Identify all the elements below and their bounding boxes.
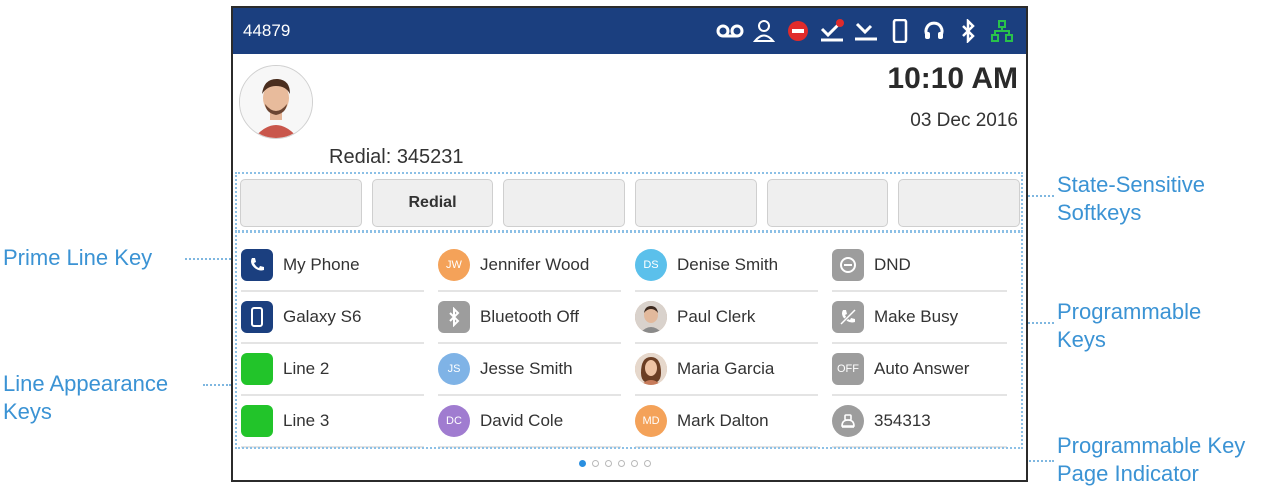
page-dot-6[interactable]	[644, 460, 651, 467]
user-avatar	[239, 65, 313, 139]
mobile-icon[interactable]	[886, 16, 914, 46]
page-dot-2[interactable]	[592, 460, 599, 467]
callout-programmable-line2: Keys	[1057, 327, 1106, 352]
callout-line-appearance-line1: Line Appearance	[3, 371, 169, 396]
callout-programmable-line1: Programmable	[1057, 299, 1202, 324]
softkeys-highlight-box	[235, 172, 1023, 232]
programmable-keys-highlight-box	[235, 231, 1023, 449]
status-icons	[716, 16, 1016, 46]
callout-softkeys-line1: State-Sensitive	[1057, 172, 1205, 197]
leader-line-appearance	[203, 384, 231, 386]
callout-programmable-keys: Programmable Keys	[1057, 298, 1201, 354]
callout-page-indicator-line2: Page Indicator	[1057, 461, 1199, 486]
callout-softkeys-line2: Softkeys	[1057, 200, 1142, 225]
call-forward-icon[interactable]	[852, 16, 880, 46]
callout-softkeys: State-Sensitive Softkeys	[1057, 171, 1205, 227]
page-indicator[interactable]	[579, 460, 651, 467]
voicemail-icon[interactable]	[716, 16, 744, 46]
callout-page-indicator: Programmable Key Page Indicator	[1057, 432, 1245, 488]
page-dot-3[interactable]	[605, 460, 612, 467]
redial-info: Redial: 345231	[329, 146, 464, 168]
callout-page-indicator-line1: Programmable Key	[1057, 433, 1246, 458]
page-dot-4[interactable]	[618, 460, 625, 467]
missed-call-icon[interactable]	[818, 16, 846, 46]
extension-number: 44879	[243, 21, 291, 40]
clock-time: 10:10 AM	[887, 62, 1018, 95]
clock-date: 03 Dec 2016	[910, 110, 1018, 131]
callout-line-appearance: Line Appearance Keys	[3, 370, 168, 426]
bluetooth-icon[interactable]	[954, 16, 982, 46]
page-dot-1[interactable]	[579, 460, 586, 467]
leader-prime-line-key	[185, 258, 231, 260]
callout-prime-line-key: Prime Line Key	[3, 245, 153, 270]
headset-icon[interactable]	[920, 16, 948, 46]
user-icon[interactable]	[750, 16, 778, 46]
dnd-icon[interactable]	[784, 16, 812, 46]
network-icon[interactable]	[988, 16, 1016, 46]
callout-line-appearance-line2: Keys	[3, 399, 52, 424]
status-bar: 44879	[233, 8, 1026, 54]
page-dot-5[interactable]	[631, 460, 638, 467]
